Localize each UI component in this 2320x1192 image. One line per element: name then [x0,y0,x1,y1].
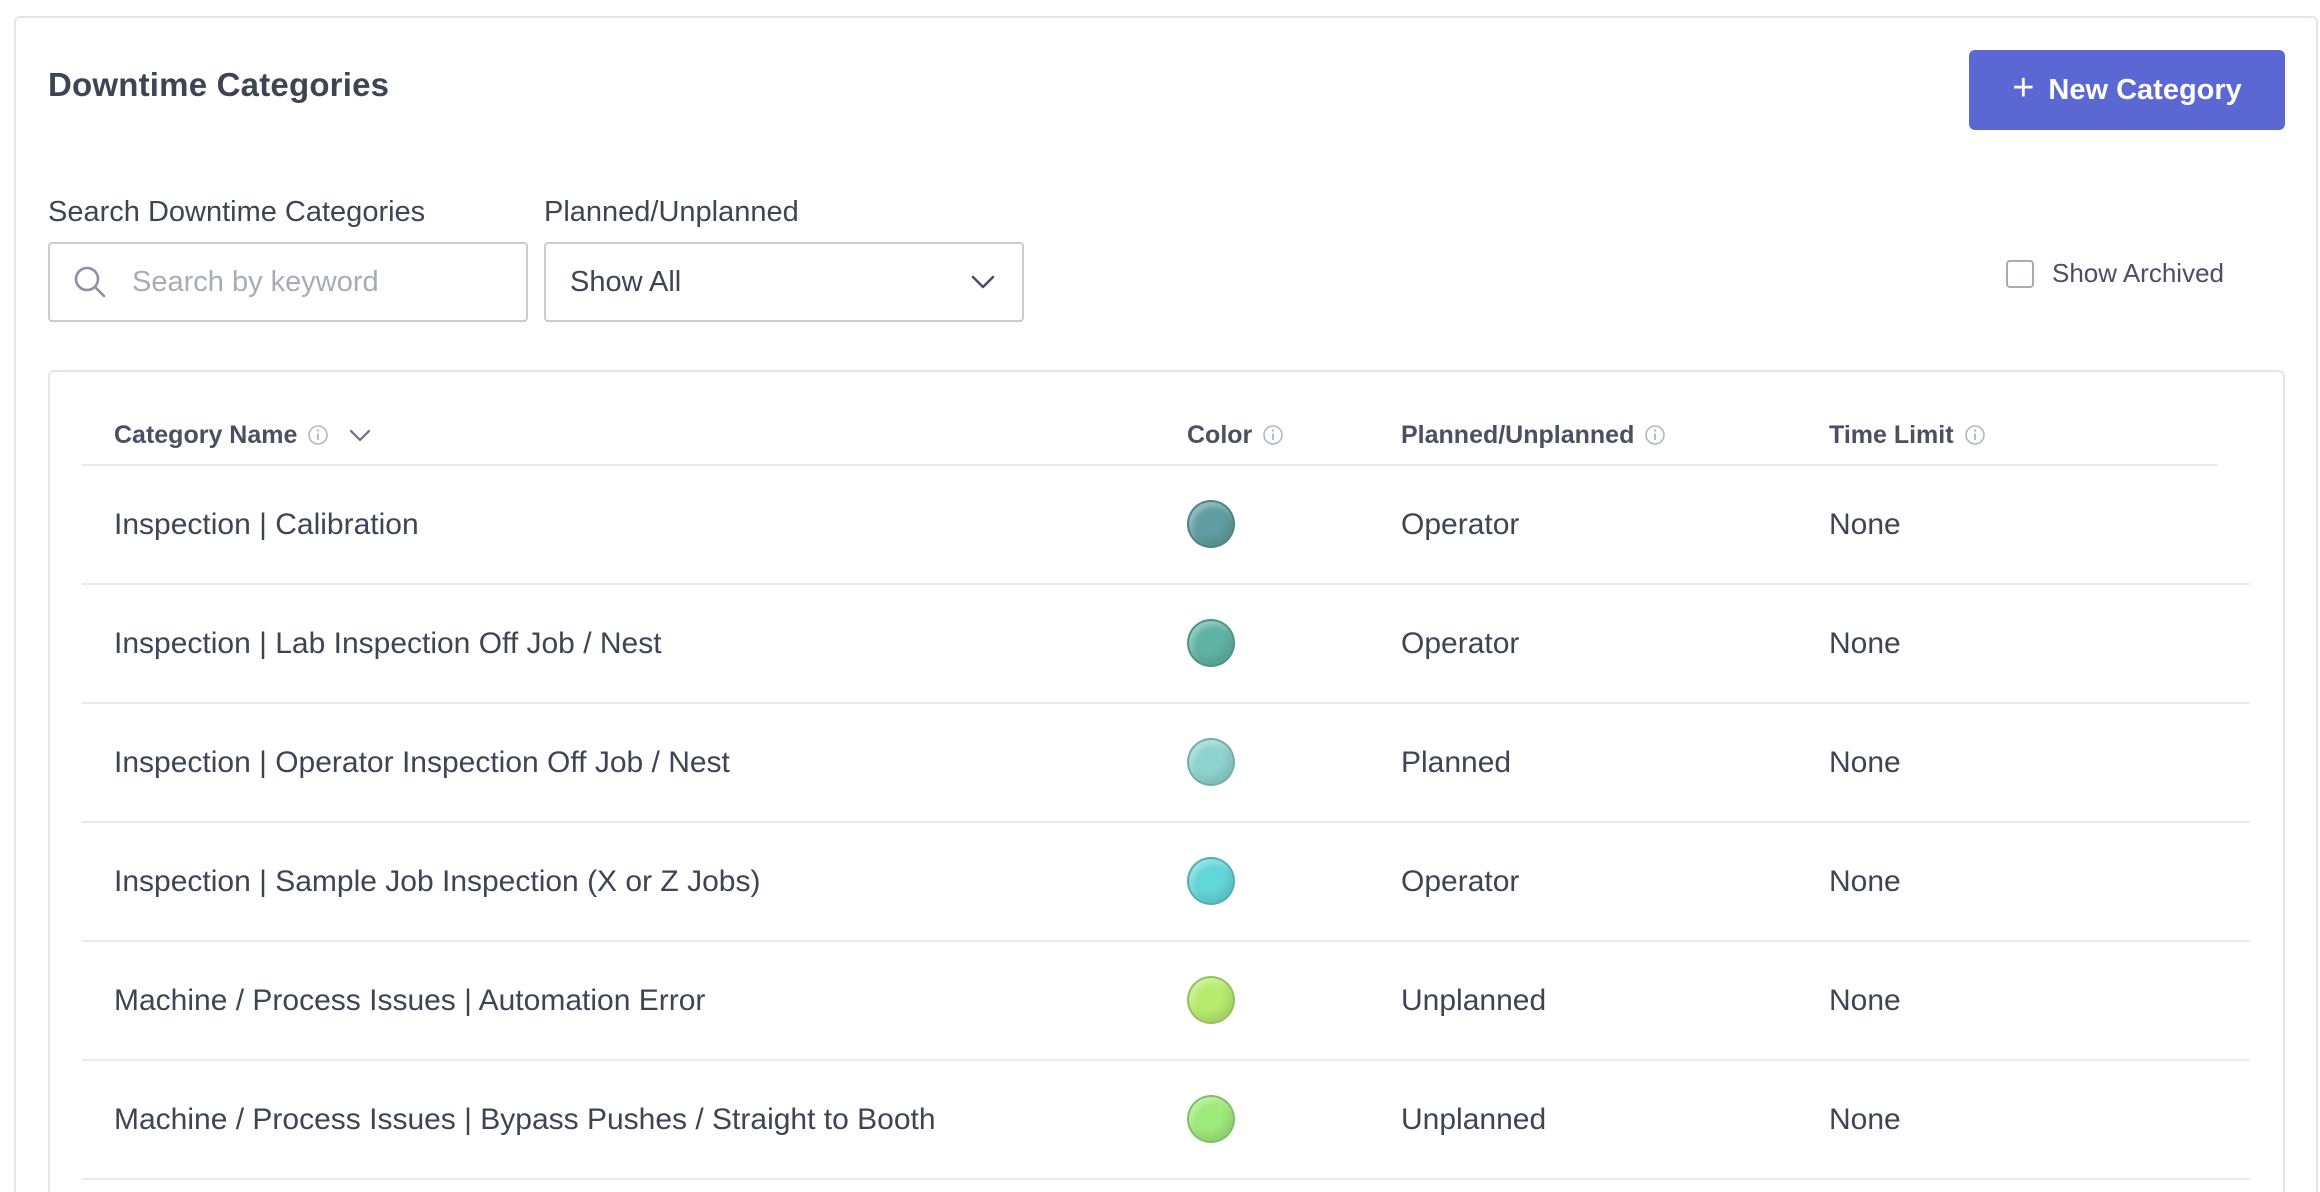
color-swatch [1187,976,1235,1024]
column-header-time-limit: Time Limit [1829,420,1986,450]
column-header-color-label: Color [1187,420,1253,449]
color-swatch [1187,619,1235,667]
table-row[interactable]: Inspection | Operator Inspection Off Job… [82,704,2250,823]
column-header-name-label: Category Name [114,420,298,449]
category-name-cell: Machine / Process Issues | Automation Er… [114,983,706,1017]
info-icon[interactable] [1644,424,1666,446]
column-header-type: Planned/Unplanned [1401,420,1666,450]
type-cell: Unplanned [1401,983,1547,1017]
table-row[interactable]: Machine / Process Issues | Automation Er… [82,942,2250,1061]
sort-chevron-icon[interactable] [347,422,373,448]
time-limit-cell: None [1829,507,1901,541]
info-icon[interactable] [307,424,329,446]
type-filter-select[interactable]: Show All [544,242,1024,322]
type-cell: Operator [1401,507,1520,541]
table-row[interactable]: Inspection | Calibration Operator None [82,466,2250,585]
column-header-color: Color [1187,420,1284,450]
time-limit-cell: None [1829,983,1901,1017]
color-swatch [1187,857,1235,905]
time-limit-cell: None [1829,864,1901,898]
show-archived-label: Show Archived [2052,258,2224,288]
category-name-cell: Inspection | Calibration [114,507,419,541]
category-name-cell: Inspection | Lab Inspection Off Job / Ne… [114,626,662,660]
category-name-cell: Inspection | Sample Job Inspection (X or… [114,864,761,898]
column-header-type-label: Planned/Unplanned [1401,420,1635,449]
plus-icon: + [2012,67,2035,109]
category-name-cell: Machine / Process Issues | Bypass Pushes… [114,1102,936,1136]
info-icon[interactable] [1964,424,1986,446]
category-name-cell: Inspection | Operator Inspection Off Job… [114,745,730,779]
page-title: Downtime Categories [48,66,390,103]
column-header-time-limit-label: Time Limit [1829,420,1954,449]
new-category-button[interactable]: + New Category [1969,50,2285,130]
search-field[interactable] [48,242,528,322]
search-input[interactable] [130,264,494,300]
table-row[interactable]: Inspection | Sample Job Inspection (X or… [82,823,2250,942]
table-row[interactable]: Inspection | Lab Inspection Off Job / Ne… [82,585,2250,704]
show-archived-toggle[interactable]: Show Archived [2006,258,2224,289]
show-archived-checkbox[interactable] [2006,259,2034,288]
time-limit-cell: None [1829,1102,1901,1136]
time-limit-cell: None [1829,745,1901,779]
color-swatch [1187,738,1235,786]
type-cell: Planned [1401,745,1512,779]
color-swatch [1187,1095,1235,1143]
chevron-down-icon [971,275,995,289]
column-header-name[interactable]: Category Name [114,420,373,450]
type-filter-value: Show All [570,265,682,298]
table-row[interactable]: Machine / Process Issues | Bypass Pushes… [82,1061,2250,1180]
time-limit-cell: None [1829,626,1901,660]
type-filter-label: Planned/Unplanned [544,196,799,228]
search-label: Search Downtime Categories [48,196,426,228]
info-icon[interactable] [1262,424,1284,446]
search-icon [74,266,106,298]
type-cell: Operator [1401,626,1520,660]
type-cell: Unplanned [1401,1102,1547,1136]
new-category-label: New Category [2048,73,2242,106]
color-swatch [1187,500,1235,548]
type-cell: Operator [1401,864,1520,898]
